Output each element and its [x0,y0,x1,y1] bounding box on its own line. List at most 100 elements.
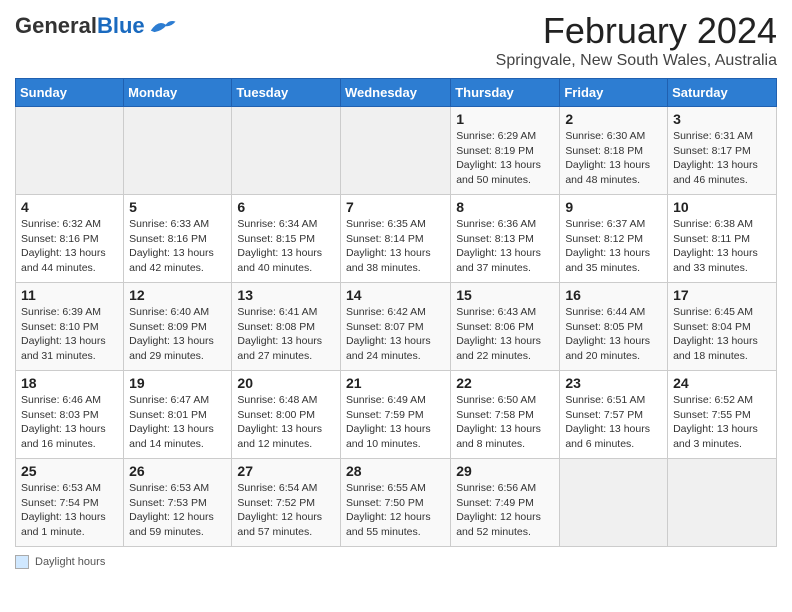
day-info: Sunrise: 6:32 AM Sunset: 8:16 PM Dayligh… [21,217,118,276]
calendar-table: SundayMondayTuesdayWednesdayThursdayFrid… [15,78,777,547]
day-number: 15 [456,287,554,303]
calendar-cell: 1 Sunrise: 6:29 AM Sunset: 8:19 PM Daylig… [451,107,560,195]
calendar-cell: 12 Sunrise: 6:40 AM Sunset: 8:09 PM Dayli… [124,283,232,371]
legend-label: Daylight hours [35,556,105,568]
calendar-cell: 19Sunrise: 6:47 AM Sunset: 8:01 PM Dayli… [124,371,232,459]
day-number: 18 [21,375,118,391]
day-info: Sunrise: 6:55 AM Sunset: 7:50 PM Dayligh… [346,481,445,540]
calendar-week-row: 1 Sunrise: 6:29 AM Sunset: 8:19 PM Daylig… [16,107,777,195]
day-number: 5 [129,199,226,215]
day-number: 11 [21,287,118,303]
day-number: 12 [129,287,226,303]
calendar-week-row: 18 Sunrise: 6:46 AM Sunset: 8:03 PM Dayli… [16,371,777,459]
day-header-sunday: Sunday [16,79,124,107]
calendar-cell: 24Sunrise: 6:52 AM Sunset: 7:55 PM Dayli… [668,371,777,459]
day-info: Sunrise: 6:47 AM Sunset: 8:01 PM Dayligh… [129,393,226,452]
calendar-cell: 13Sunrise: 6:41 AM Sunset: 8:08 PM Dayli… [232,283,341,371]
day-info: Sunrise: 6:29 AM Sunset: 8:19 PM Dayligh… [456,129,554,188]
calendar-cell [668,459,777,547]
calendar-cell: 26 Sunrise: 6:53 AM Sunset: 7:53 PM Dayli… [124,459,232,547]
day-info: Sunrise: 6:39 AM Sunset: 8:10 PM Dayligh… [21,305,118,364]
day-info: Sunrise: 6:36 AM Sunset: 8:13 PM Dayligh… [456,217,554,276]
day-info: Sunrise: 6:30 AM Sunset: 8:18 PM Dayligh… [565,129,662,188]
day-number: 3 [673,111,771,127]
day-header-monday: Monday [124,79,232,107]
day-info: Sunrise: 6:53 AM Sunset: 7:54 PM Dayligh… [21,481,118,540]
day-info: Sunrise: 6:35 AM Sunset: 8:14 PM Dayligh… [346,217,445,276]
day-info: Sunrise: 6:49 AM Sunset: 7:59 PM Dayligh… [346,393,445,452]
day-info: Sunrise: 6:53 AM Sunset: 7:53 PM Dayligh… [129,481,226,540]
header: GeneralBlue February 2024 Springvale, Ne… [15,10,777,70]
day-info: Sunrise: 6:43 AM Sunset: 8:06 PM Dayligh… [456,305,554,364]
day-number: 29 [456,463,554,479]
calendar-cell: 29 Sunrise: 6:56 AM Sunset: 7:49 PM Dayli… [451,459,560,547]
calendar-cell: 7 Sunrise: 6:35 AM Sunset: 8:14 PM Daylig… [340,195,450,283]
calendar-cell: 10 Sunrise: 6:38 AM Sunset: 8:11 PM Dayli… [668,195,777,283]
day-number: 20 [237,375,335,391]
day-info: Sunrise: 6:48 AM Sunset: 8:00 PM Dayligh… [237,393,335,452]
calendar-cell: 9Sunrise: 6:37 AM Sunset: 8:12 PM Daylig… [560,195,668,283]
calendar-cell: 5 Sunrise: 6:33 AM Sunset: 8:16 PM Daylig… [124,195,232,283]
day-info: Sunrise: 6:42 AM Sunset: 8:07 PM Dayligh… [346,305,445,364]
day-info: Sunrise: 6:50 AM Sunset: 7:58 PM Dayligh… [456,393,554,452]
day-info: Sunrise: 6:54 AM Sunset: 7:52 PM Dayligh… [237,481,335,540]
day-number: 17 [673,287,771,303]
day-info: Sunrise: 6:51 AM Sunset: 7:57 PM Dayligh… [565,393,662,452]
day-number: 16 [565,287,662,303]
day-number: 9 [565,199,662,215]
legend-box [15,555,29,569]
day-info: Sunrise: 6:56 AM Sunset: 7:49 PM Dayligh… [456,481,554,540]
day-number: 25 [21,463,118,479]
calendar-cell [560,459,668,547]
day-number: 27 [237,463,335,479]
calendar-cell: 21Sunrise: 6:49 AM Sunset: 7:59 PM Dayli… [340,371,450,459]
logo-bird-icon [147,15,177,35]
footer: Daylight hours [15,555,777,569]
calendar-cell: 20 Sunrise: 6:48 AM Sunset: 8:00 PM Dayli… [232,371,341,459]
day-number: 4 [21,199,118,215]
day-number: 23 [565,375,662,391]
calendar-week-row: 4 Sunrise: 6:32 AM Sunset: 8:16 PM Daylig… [16,195,777,283]
day-number: 8 [456,199,554,215]
day-header-saturday: Saturday [668,79,777,107]
logo-general: General [15,13,97,38]
calendar-cell: 22 Sunrise: 6:50 AM Sunset: 7:58 PM Dayli… [451,371,560,459]
day-info: Sunrise: 6:31 AM Sunset: 8:17 PM Dayligh… [673,129,771,188]
calendar-cell: 4 Sunrise: 6:32 AM Sunset: 8:16 PM Daylig… [16,195,124,283]
calendar-cell [16,107,124,195]
logo-text: GeneralBlue [15,15,145,37]
logo: GeneralBlue [15,15,177,37]
day-number: 22 [456,375,554,391]
day-number: 10 [673,199,771,215]
calendar-week-row: 25 Sunrise: 6:53 AM Sunset: 7:54 PM Dayli… [16,459,777,547]
day-info: Sunrise: 6:44 AM Sunset: 8:05 PM Dayligh… [565,305,662,364]
calendar-cell [232,107,341,195]
calendar-cell: 27 Sunrise: 6:54 AM Sunset: 7:52 PM Dayli… [232,459,341,547]
calendar-cell: 17Sunrise: 6:45 AM Sunset: 8:04 PM Dayli… [668,283,777,371]
day-info: Sunrise: 6:46 AM Sunset: 8:03 PM Dayligh… [21,393,118,452]
calendar-cell: 11 Sunrise: 6:39 AM Sunset: 8:10 PM Dayli… [16,283,124,371]
day-number: 26 [129,463,226,479]
calendar-cell: 16 Sunrise: 6:44 AM Sunset: 8:05 PM Dayli… [560,283,668,371]
calendar-cell: 6Sunrise: 6:34 AM Sunset: 8:15 PM Daylig… [232,195,341,283]
calendar-cell: 3 Sunrise: 6:31 AM Sunset: 8:17 PM Daylig… [668,107,777,195]
day-info: Sunrise: 6:38 AM Sunset: 8:11 PM Dayligh… [673,217,771,276]
calendar-cell: 8 Sunrise: 6:36 AM Sunset: 8:13 PM Daylig… [451,195,560,283]
day-info: Sunrise: 6:52 AM Sunset: 7:55 PM Dayligh… [673,393,771,452]
day-number: 28 [346,463,445,479]
calendar-cell [124,107,232,195]
day-header-tuesday: Tuesday [232,79,341,107]
day-number: 1 [456,111,554,127]
title-area: February 2024 Springvale, New South Wale… [496,10,777,70]
day-header-friday: Friday [560,79,668,107]
month-title: February 2024 [496,10,777,52]
calendar-cell: 15 Sunrise: 6:43 AM Sunset: 8:06 PM Dayli… [451,283,560,371]
day-number: 6 [237,199,335,215]
calendar-cell: 28 Sunrise: 6:55 AM Sunset: 7:50 PM Dayli… [340,459,450,547]
day-info: Sunrise: 6:40 AM Sunset: 8:09 PM Dayligh… [129,305,226,364]
calendar-cell: 25 Sunrise: 6:53 AM Sunset: 7:54 PM Dayli… [16,459,124,547]
calendar-cell: 18 Sunrise: 6:46 AM Sunset: 8:03 PM Dayli… [16,371,124,459]
day-info: Sunrise: 6:33 AM Sunset: 8:16 PM Dayligh… [129,217,226,276]
day-number: 7 [346,199,445,215]
day-number: 14 [346,287,445,303]
